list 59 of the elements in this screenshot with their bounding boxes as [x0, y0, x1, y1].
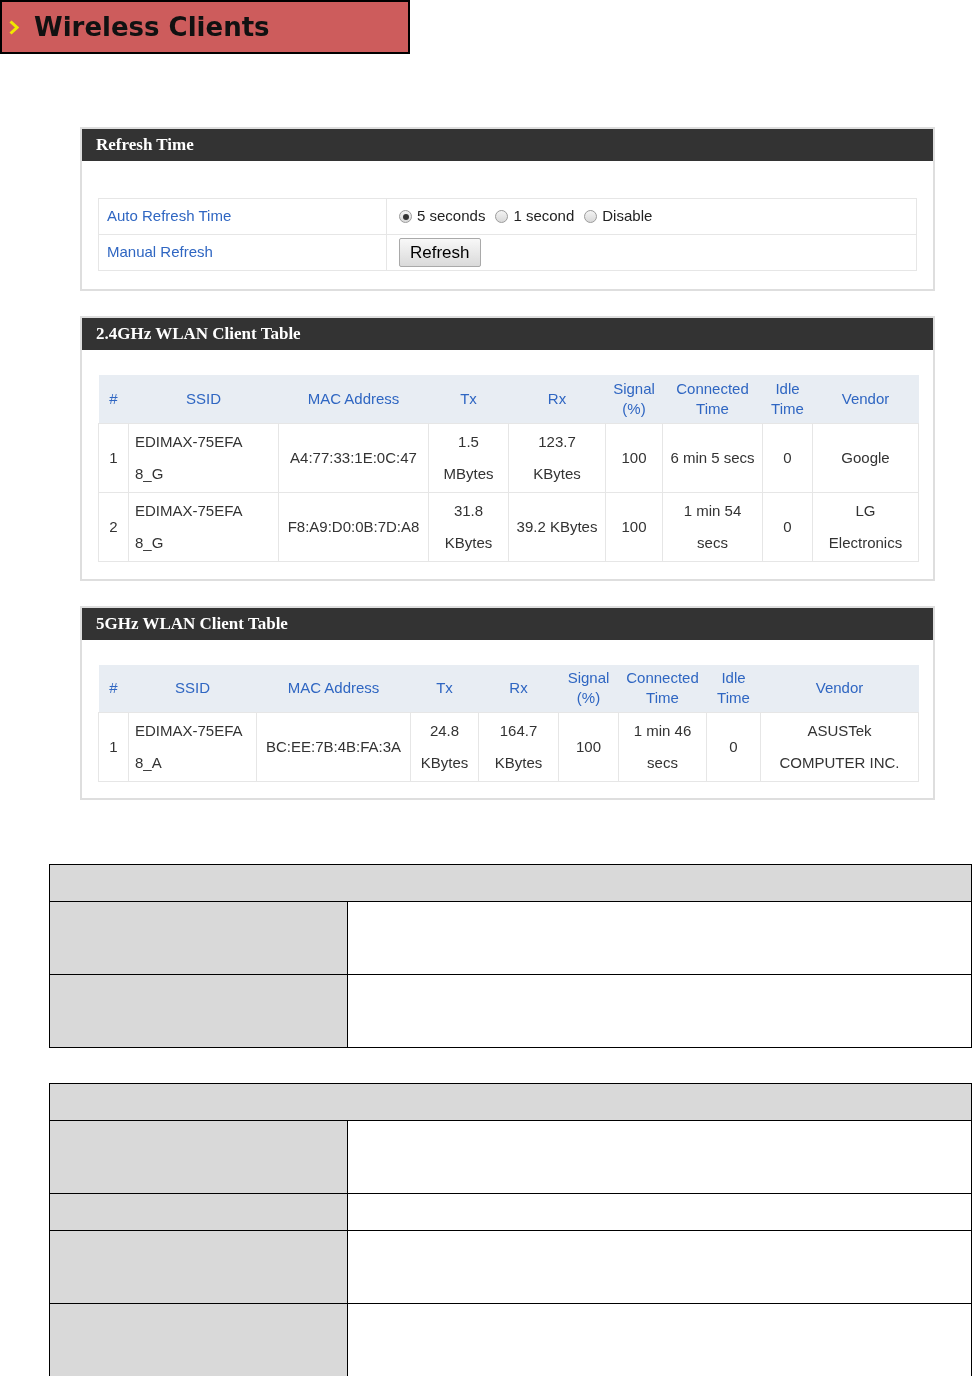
table-cell: 0 — [762, 423, 813, 492]
table-cell: 0 — [706, 712, 761, 782]
table-cell: EDIMAX-75EFA8_A — [128, 712, 257, 782]
column-header: Tx — [428, 375, 509, 423]
table-cell: 100 — [605, 492, 663, 561]
column-header: Tx — [410, 664, 479, 713]
radio-button[interactable] — [399, 210, 412, 223]
column-header: Connected Time — [618, 664, 707, 713]
table-cell: EDIMAX-75EFA8_G — [128, 423, 279, 492]
table-cell: 24.8 KBytes — [410, 712, 479, 782]
table-cell: 1 — [98, 423, 129, 492]
setting-label: Manual Refresh — [98, 234, 387, 271]
radio-label: 1 second — [513, 206, 575, 227]
table-cell: 39.2 KBytes — [508, 492, 606, 561]
chevron-icon — [9, 19, 19, 35]
table-cell: F8:A9:D0:0B:7D:A8 — [278, 492, 429, 561]
column-header: Idle Time — [706, 664, 761, 713]
table-cell: 1 — [98, 712, 129, 782]
table-cell: ASUSTek COMPUTER INC. — [760, 712, 919, 782]
column-header: Connected Time — [662, 375, 763, 423]
column-header: SSID — [128, 664, 257, 713]
table-cell: 2 — [98, 492, 129, 561]
table-cell: 6 min 5 secs — [662, 423, 763, 492]
panel-title: 2.4GHz WLAN Client Table — [96, 323, 301, 346]
panel-title: 5GHz WLAN Client Table — [96, 612, 288, 635]
table-cell: 0 — [762, 492, 813, 561]
panel-title: Refresh Time — [96, 134, 194, 157]
table-cell: 123.7 KBytes — [508, 423, 606, 492]
setting-label: Auto Refresh Time — [98, 198, 387, 235]
column-header: # — [98, 664, 129, 713]
refresh-button[interactable]: Refresh — [399, 238, 481, 267]
table-cell: 100 — [558, 712, 619, 782]
column-header: Vendor — [812, 375, 919, 423]
column-header: Rx — [508, 375, 606, 423]
radio-label: 5 seconds — [417, 206, 486, 227]
table-cell: 1.5 MBytes — [428, 423, 509, 492]
table-cell: A4:77:33:1E:0C:47 — [278, 423, 429, 492]
table-cell: LG Electronics — [812, 492, 919, 561]
column-header: Idle Time — [762, 375, 813, 423]
table-cell: Google — [812, 423, 919, 492]
table-cell: 164.7 KBytes — [478, 712, 559, 782]
radio-button[interactable] — [495, 210, 509, 223]
table-cell: BC:EE:7B:4B:FA:3A — [256, 712, 411, 782]
column-header: Rx — [478, 664, 559, 713]
page-title: Wireless Clients — [34, 10, 270, 44]
column-header: Vendor — [760, 664, 919, 713]
table-cell: EDIMAX-75EFA8_G — [128, 492, 279, 561]
column-header: Signal (%) — [558, 664, 619, 713]
column-header: MAC Address — [256, 664, 411, 713]
radio-button[interactable] — [584, 210, 598, 223]
column-header: MAC Address — [278, 375, 429, 423]
column-header: Signal (%) — [605, 375, 663, 423]
radio-label: Disable — [602, 206, 653, 227]
table-cell: 1 min 46 secs — [618, 712, 707, 782]
table-cell: 31.8 KBytes — [428, 492, 509, 561]
column-header: SSID — [128, 375, 279, 423]
table-cell: 1 min 54 secs — [662, 492, 763, 561]
table-cell: 100 — [605, 423, 663, 492]
column-header: # — [98, 375, 129, 423]
